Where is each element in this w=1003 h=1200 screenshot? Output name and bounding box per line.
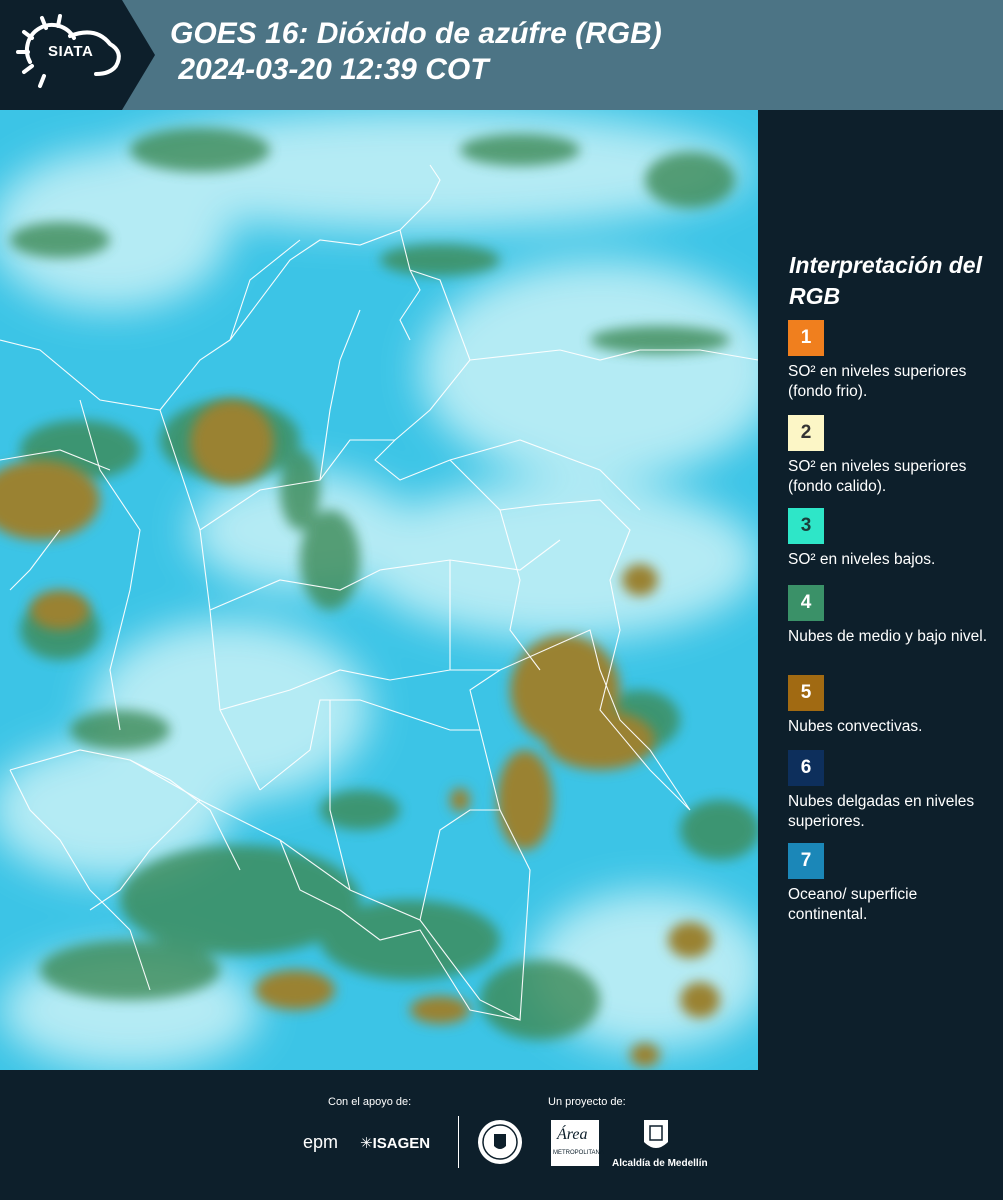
legend-item: 6 Nubes delgadas en niveles superiores. [788, 750, 988, 832]
legend-item: 3 SO² en niveles bajos. [788, 508, 988, 570]
isagen-logo-text: ISAGEN [372, 1135, 431, 1152]
project-caption: Un proyecto de: [548, 1096, 626, 1108]
legend-swatch: 4 [788, 585, 824, 621]
legend-item: 7 Oceano/ superficie continental. [788, 843, 988, 925]
page-title: GOES 16: Dióxido de azúfre (RGB) 2024-03… [170, 17, 662, 86]
support-caption: Con el apoyo de: [328, 1096, 412, 1108]
siata-logo: SIATA [0, 0, 155, 110]
legend-swatch: 7 [788, 843, 824, 879]
legend-label: Nubes convectivas. [788, 718, 923, 735]
legend-item: 5 Nubes convectivas. [788, 675, 988, 737]
satellite-map [0, 110, 758, 1070]
legend-panel: Interpretación del RGB 1 SO² en niveles s… [760, 110, 1003, 1070]
satellite-image [0, 110, 758, 1070]
legend-label: Nubes delgadas en niveles superiores. [788, 793, 975, 830]
legend-swatch: 2 [788, 415, 824, 451]
legend-label: SO² en niveles bajos. [788, 551, 936, 568]
alcaldia-text: Alcaldía de Medellín [612, 1158, 708, 1169]
medellin-seal-icon [478, 1120, 522, 1164]
legend-item: 1 SO² en niveles superiores (fondo frio). [788, 320, 988, 402]
isagen-star-icon: ✳ [360, 1135, 373, 1152]
siata-logo-text: SIATA [48, 43, 94, 60]
legend-swatch: 6 [788, 750, 824, 786]
area-metropolitana-text: METROPOLITANA [553, 1150, 604, 1156]
legend-item: 2 SO² en niveles superiores (fondo calido… [788, 415, 988, 497]
legend-title: Interpretación del RGB [789, 252, 982, 309]
legend-swatch: 3 [788, 508, 824, 544]
footer-divider [458, 1116, 459, 1168]
epm-logo: epm [303, 1132, 339, 1152]
legend-label: Oceano/ superficie continental. [788, 886, 918, 923]
legend-label: SO² en niveles superiores (fondo frio). [788, 363, 967, 400]
legend-item: 4 Nubes de medio y bajo nivel. [788, 585, 988, 647]
footer: Con el apoyo de: Un proyecto de: epm ✳IS… [0, 1070, 1003, 1200]
isagen-logo: ✳ISAGEN [360, 1134, 430, 1152]
legend-label: Nubes de medio y bajo nivel. [788, 628, 988, 645]
legend-label: SO² en niveles superiores (fondo calido)… [788, 458, 967, 495]
area-metropolitana-logo: Área METROPOLITANA [551, 1120, 604, 1166]
legend-swatch: 1 [788, 320, 824, 356]
legend-swatch: 5 [788, 675, 824, 711]
alcaldia-shield-icon [644, 1120, 668, 1148]
header-bar: SIATA GOES 16: Dióxido de azúfre (RGB) 2… [0, 0, 1003, 110]
